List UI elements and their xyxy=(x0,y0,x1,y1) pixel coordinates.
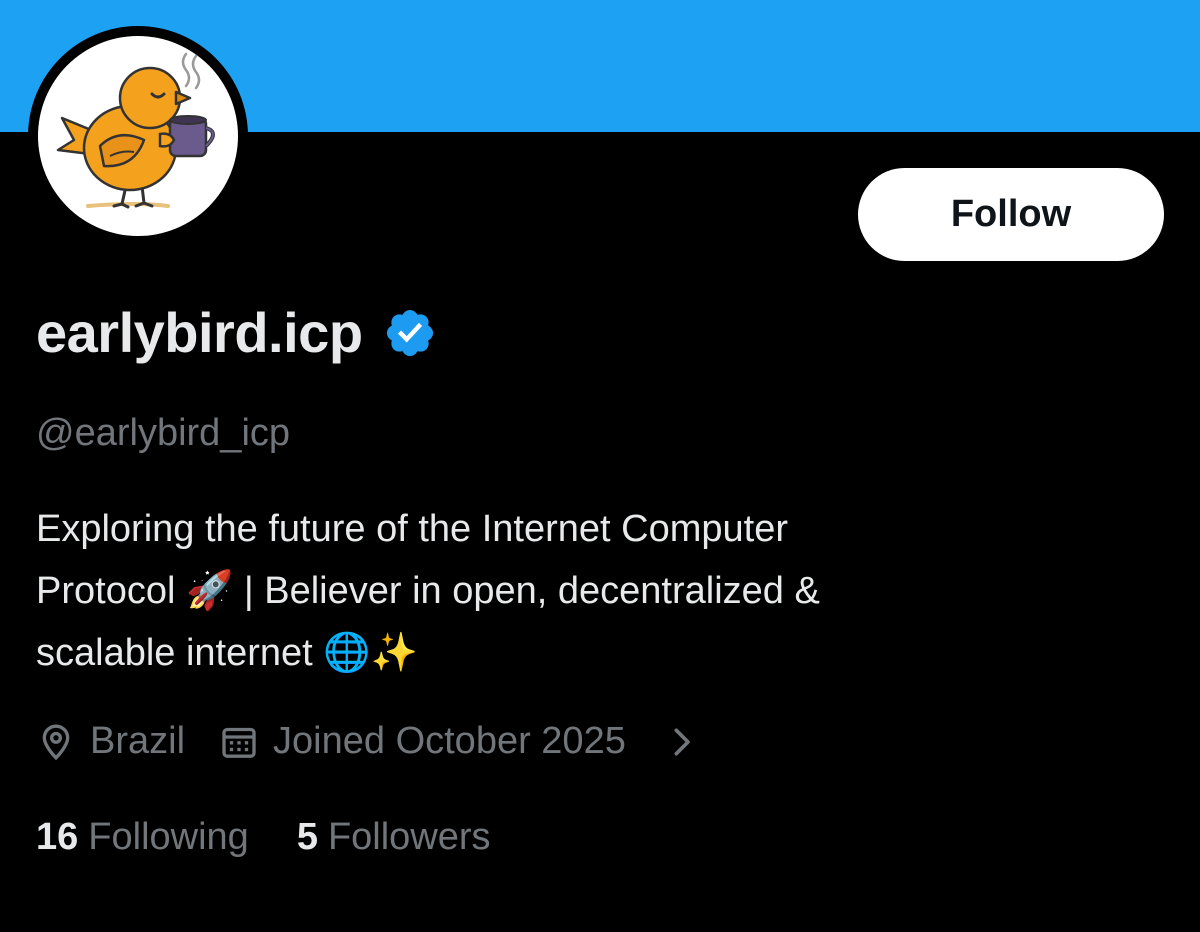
profile-handle: @earlybird_icp xyxy=(36,412,291,454)
bio-line: Exploring the future of the Internet Com… xyxy=(36,508,788,550)
location-item: Brazil xyxy=(36,720,185,763)
bio-line: Protocol 🚀 | Believer in open, decentral… xyxy=(36,570,820,612)
bio-line: scalable internet 🌐✨ xyxy=(36,632,418,674)
calendar-icon xyxy=(222,727,256,758)
joined-text: Joined October 2025 xyxy=(273,720,626,762)
followers-count: 5 xyxy=(296,816,318,858)
profile-page: Follow earlybird.icp @earlybird_icp Expl… xyxy=(0,0,1200,932)
following-count: 16 xyxy=(36,816,79,858)
profile-bio: Exploring the future of the Internet Com… xyxy=(36,498,1156,684)
avatar-image xyxy=(38,36,238,236)
following-link[interactable]: 16 Following xyxy=(36,816,249,859)
followers-link[interactable]: 5 Followers xyxy=(297,816,491,859)
location-pin-icon xyxy=(42,723,70,760)
bird-with-coffee-icon xyxy=(56,52,215,209)
joined-item: Joined October 2025 xyxy=(219,720,698,763)
follow-button[interactable]: Follow xyxy=(858,168,1164,261)
profile-stats: 16 Following 5 Followers xyxy=(36,816,491,859)
verified-badge-icon[interactable] xyxy=(383,306,437,360)
name-row: earlybird.icp xyxy=(36,300,437,365)
chevron-right-icon[interactable] xyxy=(668,722,698,762)
profile-meta: Brazil Joined October 2025 xyxy=(36,720,698,763)
followers-label: Followers xyxy=(327,816,491,858)
avatar[interactable] xyxy=(28,26,248,246)
location-text: Brazil xyxy=(90,720,186,762)
following-label: Following xyxy=(88,816,249,858)
display-name: earlybird.icp xyxy=(36,301,363,364)
